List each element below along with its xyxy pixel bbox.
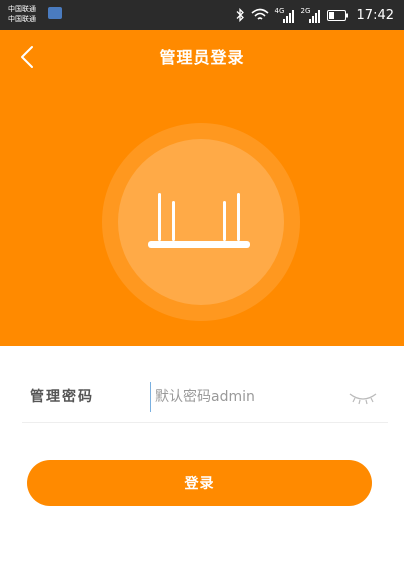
eye-closed-icon[interactable]: [348, 388, 378, 406]
password-input[interactable]: [150, 382, 347, 412]
bluetooth-icon: [236, 8, 244, 22]
header-banner: 管理员登录: [0, 30, 404, 346]
clock: 17:42: [356, 7, 394, 23]
login-button[interactable]: 登录: [27, 460, 372, 506]
password-label: 管理密码: [30, 389, 94, 405]
router-icon: [148, 193, 250, 248]
page-title: 管理员登录: [159, 48, 245, 67]
network-type-2: 2G: [300, 7, 311, 15]
app-notification-icon: [48, 7, 62, 19]
carrier-name-1: 中国联通: [8, 5, 36, 13]
status-icons: 4G 2G 17:42: [235, 0, 394, 30]
admin-login-screen: 中国联通 中国联通 4G 2G 17:42 管理员登录 管理密码 登录: [0, 0, 404, 583]
carrier-info: 中国联通 中国联通: [8, 4, 36, 24]
cellular-signal-2-icon: 2G: [300, 7, 321, 23]
carrier-name-2: 中国联通: [8, 15, 36, 23]
battery-icon: [326, 9, 348, 21]
status-bar: 中国联通 中国联通 4G 2G 17:42: [0, 0, 404, 30]
wifi-icon: [251, 8, 269, 20]
network-type-1: 4G: [274, 7, 285, 15]
password-row: 管理密码: [22, 370, 388, 423]
cellular-signal-1-icon: 4G: [274, 7, 295, 23]
